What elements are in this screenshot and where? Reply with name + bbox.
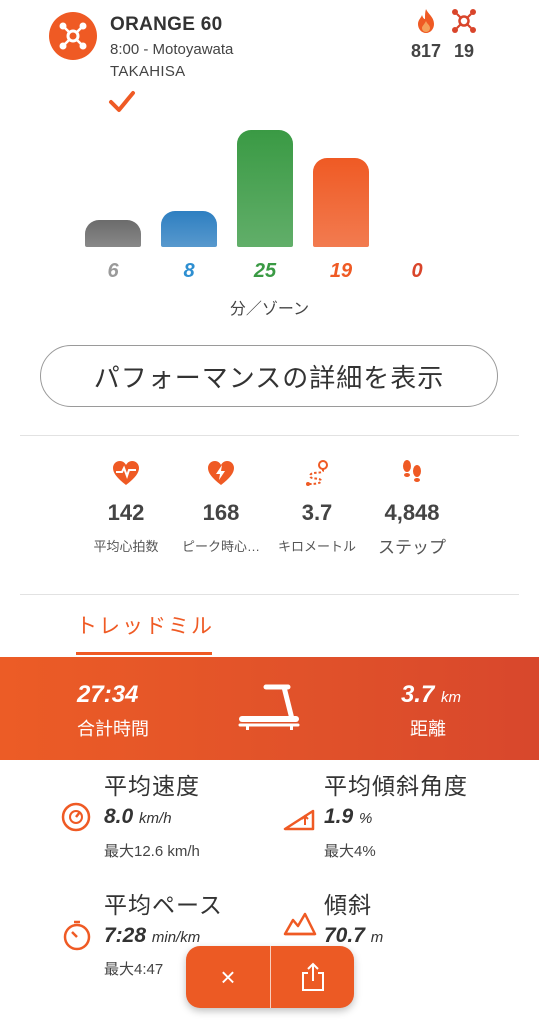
peak-heart-icon — [208, 461, 234, 485]
splat-points-value: 19 — [453, 41, 475, 61]
avg-incline-value: 1.9 % — [324, 805, 372, 829]
divider — [20, 594, 519, 595]
floating-action-bar: × — [186, 946, 354, 1008]
orangetheory-logo — [49, 12, 97, 60]
zone-value-1: 6 — [107, 260, 119, 282]
elevation-number: 70.7 — [324, 924, 365, 947]
class-time-location: 8:00 - Motoyawata — [110, 41, 234, 58]
avg-speed-number: 8.0 — [104, 805, 134, 828]
share-icon — [301, 962, 324, 991]
class-title: ORANGE 60 — [110, 14, 223, 35]
tab-underline — [76, 652, 212, 655]
metric-steps: 4,848 ステップ — [367, 458, 457, 558]
workout-header: ORANGE 60 8:00 - Motoyawata TAKAHISA 817… — [0, 0, 539, 120]
zone-value-2: 8 — [183, 260, 195, 282]
elevation-title: 傾斜 — [324, 892, 372, 918]
speedometer-icon — [61, 802, 91, 832]
elevation-unit: m — [370, 929, 384, 946]
zone-bar-2 — [161, 210, 217, 247]
heart-rate-icon — [113, 461, 139, 485]
tab-treadmill[interactable]: トレッドミル — [76, 610, 214, 640]
total-time-value: 27:34 — [77, 681, 139, 708]
zone-value-4: 19 — [329, 260, 353, 282]
metric-distance: 3.7 キロメートル — [272, 458, 362, 555]
metric-avg-heart-rate: 142 平均心拍数 — [81, 458, 171, 555]
stopwatch-icon — [63, 920, 91, 951]
elevation-icon — [283, 912, 317, 936]
avg-incline-title: 平均傾斜角度 — [324, 773, 468, 799]
total-time-label: 合計時間 — [77, 719, 149, 739]
avg-pace-value: 7:28 min/km — [104, 924, 200, 948]
distance-number: 3.7 — [400, 681, 435, 708]
avg-incline-unit: % — [359, 810, 373, 827]
max-incline: 最大4% — [324, 843, 376, 860]
avg-pace-title: 平均ペース — [104, 892, 223, 918]
route-icon — [306, 460, 328, 486]
heart-rate-zone-chart: 分／ゾーン 6 8 25 19 0 — [0, 120, 539, 320]
distance-label: 距離 — [410, 719, 446, 739]
metric-value: 4,848 — [384, 500, 440, 525]
treadmill-icon — [238, 684, 300, 730]
metric-value: 3.7 — [301, 500, 333, 525]
calories-stat: 817 — [408, 8, 444, 62]
avg-incline-number: 1.9 — [324, 805, 354, 828]
footsteps-icon — [403, 460, 421, 482]
treadmill-summary-band: 27:34 合計時間 3.7 km 距離 — [0, 657, 539, 760]
checkmark-icon — [109, 91, 135, 112]
avg-pace-unit: min/km — [151, 929, 201, 946]
divider — [20, 435, 519, 436]
avg-pace-number: 7:28 — [104, 924, 147, 947]
metric-peak-heart-rate: 168 ピーク時心… — [176, 458, 266, 555]
metric-value: 142 — [107, 500, 145, 525]
calories-value: 817 — [410, 41, 442, 61]
zone-bar-4 — [313, 158, 369, 247]
avg-speed-value: 8.0 km/h — [104, 805, 172, 829]
avg-speed-unit: km/h — [139, 810, 172, 827]
performance-details-button[interactable]: パフォーマンスの詳細を表示 — [40, 345, 498, 407]
elevation-value: 70.7 m — [324, 924, 383, 948]
zone-value-5: 0 — [411, 260, 423, 282]
max-speed: 最大12.6 km/h — [104, 843, 200, 860]
avg-speed-title: 平均速度 — [104, 773, 200, 799]
splat-points-stat: 19 — [446, 8, 482, 62]
distance-value: 3.7 km — [401, 681, 461, 709]
coach-name: TAKAHISA — [110, 63, 186, 80]
zone-bar-3 — [237, 130, 293, 247]
incline-icon — [283, 809, 315, 831]
share-button[interactable] — [271, 946, 354, 1008]
metric-label: ステップ — [378, 538, 446, 557]
zone-caption: 分／ゾーン — [229, 301, 310, 318]
metric-label: キロメートル — [277, 539, 356, 554]
close-button[interactable]: × — [186, 946, 270, 1008]
splat-point-icon — [452, 9, 476, 33]
metric-label: 平均心拍数 — [93, 539, 159, 554]
max-pace: 最大4:47 — [104, 961, 164, 978]
distance-unit: km — [441, 689, 461, 706]
metric-value: 168 — [202, 500, 240, 525]
flame-icon — [418, 9, 434, 33]
metric-label: ピーク時心… — [181, 539, 260, 554]
zone-bar-1 — [85, 220, 141, 247]
zone-value-3: 25 — [253, 260, 277, 282]
